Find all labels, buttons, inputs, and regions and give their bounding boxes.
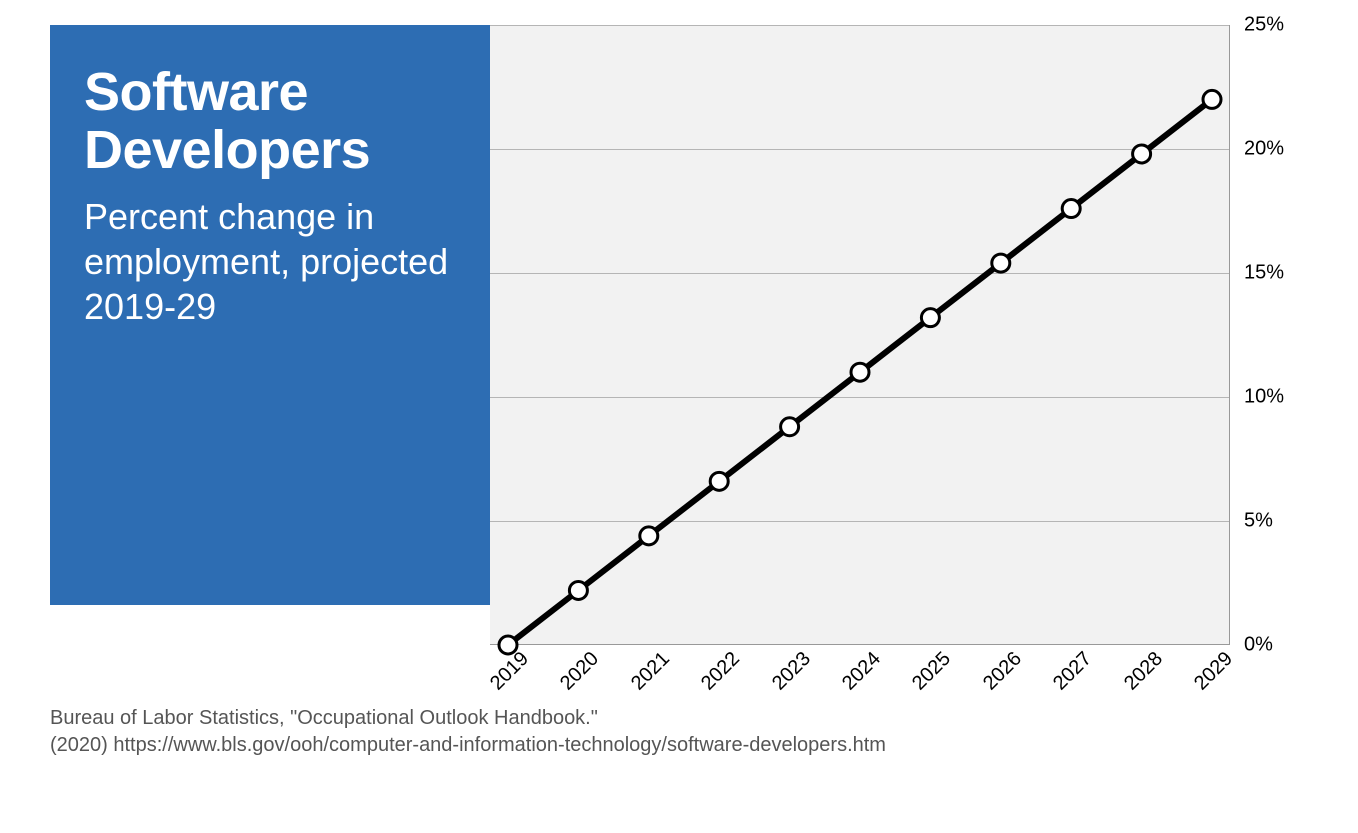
y-axis-tick: 10% [1244, 386, 1284, 409]
source-line-2: (2020) https://www.bls.gov/ooh/computer-… [50, 732, 1310, 759]
info-panel: Software Developers Percent change in em… [50, 25, 490, 605]
source-line-1: Bureau of Labor Statistics, "Occupationa… [50, 705, 1310, 732]
x-axis-tick: 2026 [979, 648, 1027, 696]
title-line-2: Developers [84, 120, 370, 180]
source-citation: Bureau of Labor Statistics, "Occupationa… [50, 705, 1310, 759]
chart-area: 0%5%10%15%20%25%201920202021202220232024… [490, 25, 1310, 645]
y-axis-tick: 20% [1244, 138, 1284, 161]
chart-title: Software Developers [84, 63, 456, 180]
y-axis-tick: 15% [1244, 262, 1284, 285]
x-axis-tick: 2021 [627, 648, 675, 696]
x-axis-tick: 2025 [908, 648, 956, 696]
x-axis-tick: 2020 [556, 648, 604, 696]
y-axis-tick: 25% [1244, 14, 1284, 37]
plot-area: 0%5%10%15%20%25%201920202021202220232024… [490, 25, 1230, 645]
x-axis-tick: 2022 [697, 648, 745, 696]
data-point [992, 254, 1010, 272]
x-axis-tick: 2023 [768, 648, 816, 696]
chart-subtitle: Percent change in employment, projected … [84, 194, 456, 329]
data-point [499, 636, 517, 654]
y-axis-tick: 5% [1244, 510, 1273, 533]
data-point [1062, 200, 1080, 218]
data-point [1133, 145, 1151, 163]
data-point [569, 581, 587, 599]
x-axis-tick: 2028 [1120, 648, 1168, 696]
x-axis-tick: 2024 [838, 648, 886, 696]
title-line-1: Software [84, 62, 308, 122]
data-point [1203, 90, 1221, 108]
data-point [851, 363, 869, 381]
x-axis-tick: 2027 [1049, 648, 1097, 696]
data-point [781, 418, 799, 436]
data-point [921, 309, 939, 327]
line-series [490, 25, 1230, 645]
y-axis-tick: 0% [1244, 634, 1273, 657]
data-point [640, 527, 658, 545]
data-point [710, 472, 728, 490]
x-axis-tick: 2029 [1190, 648, 1238, 696]
